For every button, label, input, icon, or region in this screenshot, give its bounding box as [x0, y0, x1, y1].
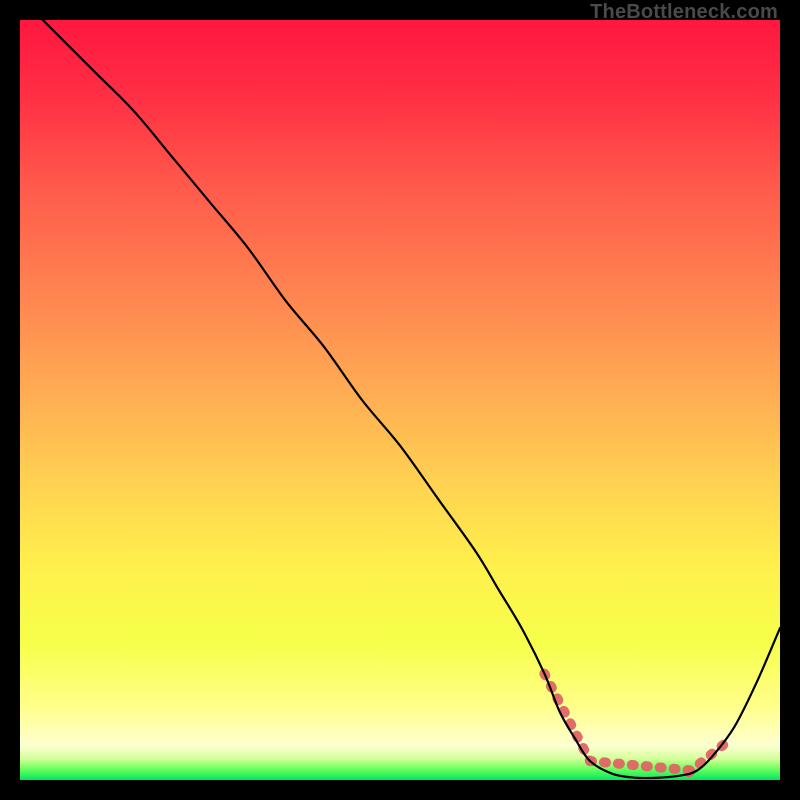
chart-frame [20, 20, 780, 780]
attribution-text: TheBottleneck.com [590, 1, 778, 24]
bottleneck-chart [20, 20, 780, 780]
gradient-background [20, 20, 780, 780]
